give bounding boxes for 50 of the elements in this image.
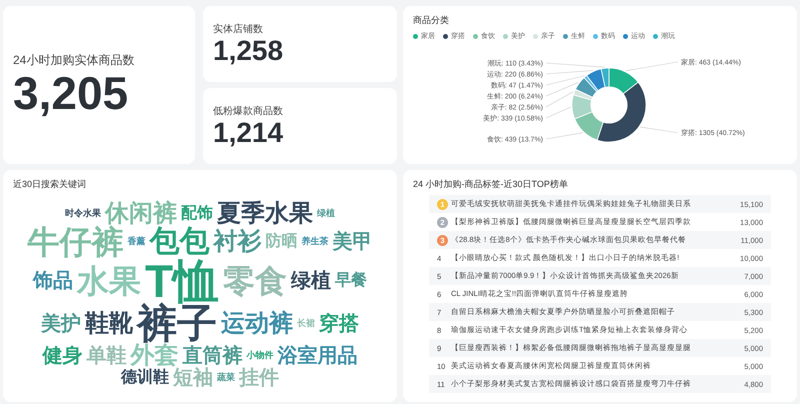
keyword: 德训鞋 [121,370,169,386]
panel-title: 商品分类 [413,14,450,27]
keyword: 鞋靴 [85,312,133,336]
keyword: 美护 [41,314,81,334]
panel-title: 24 小时加购-商品标签-近30日TOP榜单 [413,178,569,191]
keyword: 牛仔裤 [28,226,124,258]
keyword: 防晒 [266,234,298,250]
keyword: 时令水果 [65,209,101,218]
stat-value: 1,258 [213,36,284,66]
leader-line [640,126,678,134]
leader-line [546,91,574,108]
leader-line [625,62,678,72]
keyword: 美甲 [332,232,372,252]
keyword: 蔬菜 [217,373,235,382]
keyword: 养生茶 [302,237,328,246]
keyword: 单鞋 [86,346,126,366]
keyword: 穿搭 [319,314,359,334]
keyword: 配饰 [181,206,213,222]
keyword: 直筒裤 [182,346,242,366]
stat-label: 低粉爆款商品数 [213,104,284,118]
keyword: 绿植 [291,270,332,290]
keyword: 短袖 [173,368,213,388]
stat-label: 实体店铺数 [213,22,264,36]
keyword: 香薰 [128,237,146,246]
keyword: 绿植 [317,209,335,218]
stat-value: 3,205 [13,69,130,118]
keyword: T恤 [144,258,220,304]
keyword: 夏季水果 [217,202,313,226]
keyword: 运动裤 [221,312,293,336]
keyword: 衬衫 [214,230,262,254]
keyword: 健身 [42,346,82,366]
keyword: 小物件 [246,351,274,360]
stat-value: 1,214 [213,118,284,148]
leader-line [546,62,606,68]
leader-line [546,82,579,96]
keyword: 浴室用品 [278,346,358,366]
keyword: 包包 [150,226,210,256]
stat-label: 24小时加购实体商品数 [13,52,136,70]
keyword: 零食 [223,264,288,296]
keyword: 饰品 [32,270,73,290]
panel-title: 近30日搜索关键词 [13,178,88,191]
leader-line [546,132,584,140]
leader-line [546,106,572,118]
keyword: 长裙 [297,319,315,328]
keyword: 水果 [76,264,141,296]
keyword: 外套 [130,344,178,368]
keyword: 裤子 [137,304,217,344]
keyword: 挂件 [239,368,279,388]
keyword: 早餐 [335,272,368,288]
keyword: 休闲裤 [105,202,177,226]
